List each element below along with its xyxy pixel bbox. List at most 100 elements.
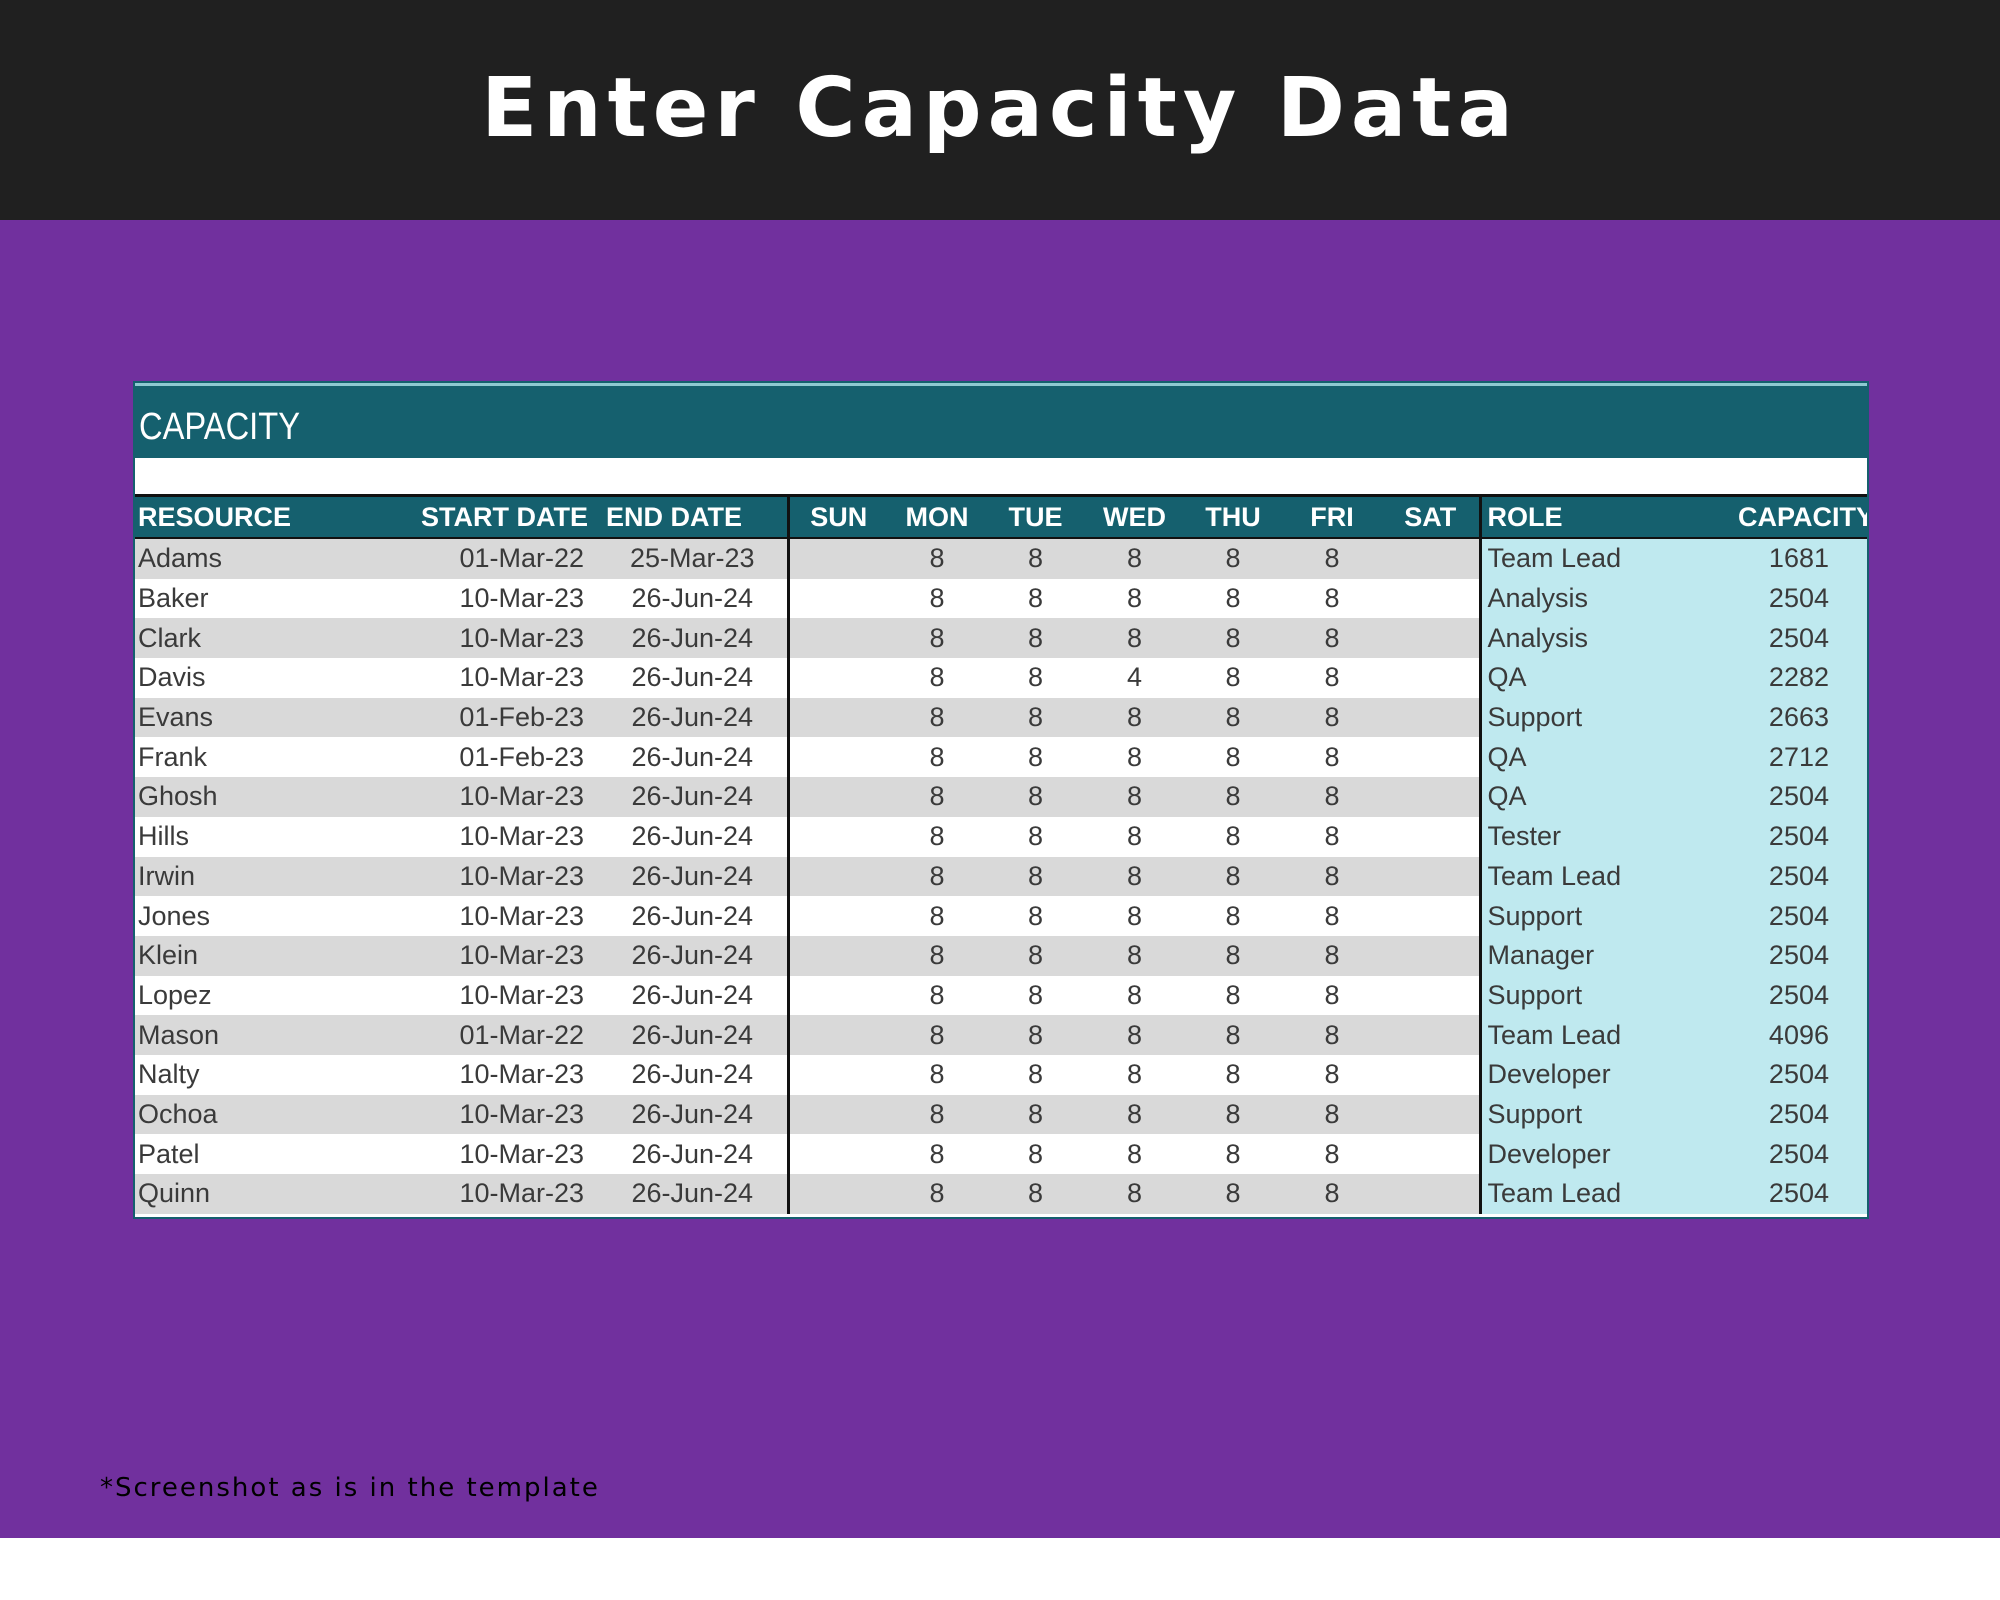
cell-start-date[interactable]: 10-Mar-23 (410, 816, 598, 857)
cell-resource[interactable]: Adams (135, 538, 410, 579)
cell-tue[interactable]: 8 (986, 538, 1085, 579)
cell-sun[interactable] (786, 618, 888, 659)
cell-wed[interactable]: 8 (1085, 697, 1184, 738)
cell-start-date[interactable]: 01-Mar-22 (410, 538, 598, 579)
cell-capacity[interactable]: 2504 (1735, 1134, 1867, 1174)
cell-sat[interactable] (1382, 975, 1482, 1016)
cell-capacity[interactable]: 2504 (1735, 856, 1867, 897)
cell-resource[interactable]: Patel (135, 1134, 410, 1174)
cell-capacity[interactable]: 1681 (1735, 538, 1867, 579)
cell-tue[interactable]: 8 (986, 1134, 1085, 1174)
cell-thu[interactable]: 8 (1184, 856, 1282, 897)
cell-mon[interactable]: 8 (888, 737, 986, 778)
cell-sat[interactable] (1382, 538, 1482, 579)
cell-sun[interactable] (786, 1094, 888, 1135)
cell-thu[interactable]: 8 (1184, 538, 1282, 579)
cell-resource[interactable]: Irwin (135, 856, 410, 897)
cell-mon[interactable]: 8 (888, 1094, 986, 1135)
cell-resource[interactable]: Ochoa (135, 1094, 410, 1135)
cell-sun[interactable] (786, 1174, 888, 1214)
cell-resource[interactable]: Baker (135, 578, 410, 619)
cell-sun[interactable] (786, 856, 888, 897)
cell-end-date[interactable]: 26-Jun-24 (598, 697, 788, 738)
cell-thu[interactable]: 8 (1184, 697, 1282, 738)
cell-tue[interactable]: 8 (986, 856, 1085, 897)
cell-sat[interactable] (1382, 578, 1482, 619)
cell-start-date[interactable]: 10-Mar-23 (410, 1134, 598, 1174)
cell-tue[interactable]: 8 (986, 935, 1085, 976)
cell-resource[interactable]: Ghosh (135, 777, 410, 817)
cell-start-date[interactable]: 10-Mar-23 (410, 975, 598, 1016)
cell-wed[interactable]: 8 (1085, 737, 1184, 778)
cell-mon[interactable]: 8 (888, 1054, 986, 1095)
cell-sun[interactable] (786, 816, 888, 857)
cell-resource[interactable]: Jones (135, 896, 410, 936)
cell-fri[interactable]: 8 (1282, 697, 1382, 738)
cell-tue[interactable]: 8 (986, 737, 1085, 778)
cell-role[interactable]: Team Lead (1480, 1015, 1735, 1055)
cell-tue[interactable]: 8 (986, 658, 1085, 698)
cell-tue[interactable]: 8 (986, 975, 1085, 1016)
cell-capacity[interactable]: 2504 (1735, 1174, 1867, 1214)
cell-wed[interactable]: 4 (1085, 658, 1184, 698)
cell-tue[interactable]: 8 (986, 816, 1085, 857)
cell-thu[interactable]: 8 (1184, 935, 1282, 976)
cell-end-date[interactable]: 26-Jun-24 (598, 1054, 788, 1095)
cell-sun[interactable] (786, 578, 888, 619)
cell-capacity[interactable]: 2712 (1735, 737, 1867, 778)
cell-sat[interactable] (1382, 1134, 1482, 1174)
cell-end-date[interactable]: 26-Jun-24 (598, 1015, 788, 1055)
cell-wed[interactable]: 8 (1085, 1174, 1184, 1214)
cell-tue[interactable]: 8 (986, 618, 1085, 659)
cell-thu[interactable]: 8 (1184, 1015, 1282, 1055)
cell-thu[interactable]: 8 (1184, 975, 1282, 1016)
cell-fri[interactable]: 8 (1282, 896, 1382, 936)
cell-role[interactable]: Support (1480, 1094, 1735, 1135)
cell-mon[interactable]: 8 (888, 618, 986, 659)
cell-fri[interactable]: 8 (1282, 538, 1382, 579)
cell-fri[interactable]: 8 (1282, 1134, 1382, 1174)
cell-start-date[interactable]: 01-Feb-23 (410, 697, 598, 738)
cell-role[interactable]: Support (1480, 896, 1735, 936)
cell-capacity[interactable]: 4096 (1735, 1015, 1867, 1055)
cell-mon[interactable]: 8 (888, 856, 986, 897)
cell-wed[interactable]: 8 (1085, 1094, 1184, 1135)
cell-mon[interactable]: 8 (888, 578, 986, 619)
cell-role[interactable]: Tester (1480, 816, 1735, 857)
cell-sun[interactable] (786, 697, 888, 738)
cell-role[interactable]: QA (1480, 777, 1735, 817)
cell-resource[interactable]: Frank (135, 737, 410, 778)
cell-thu[interactable]: 8 (1184, 816, 1282, 857)
cell-sat[interactable] (1382, 658, 1482, 698)
cell-role[interactable]: Support (1480, 697, 1735, 738)
cell-end-date[interactable]: 26-Jun-24 (598, 618, 788, 659)
cell-thu[interactable]: 8 (1184, 1174, 1282, 1214)
cell-start-date[interactable]: 10-Mar-23 (410, 658, 598, 698)
cell-wed[interactable]: 8 (1085, 618, 1184, 659)
cell-sun[interactable] (786, 1015, 888, 1055)
cell-capacity[interactable]: 2504 (1735, 1094, 1867, 1135)
cell-fri[interactable]: 8 (1282, 816, 1382, 857)
cell-start-date[interactable]: 10-Mar-23 (410, 1054, 598, 1095)
cell-sat[interactable] (1382, 777, 1482, 817)
cell-wed[interactable]: 8 (1085, 816, 1184, 857)
cell-resource[interactable]: Lopez (135, 975, 410, 1016)
cell-thu[interactable]: 8 (1184, 1134, 1282, 1174)
cell-fri[interactable]: 8 (1282, 658, 1382, 698)
cell-end-date[interactable]: 26-Jun-24 (598, 1134, 788, 1174)
cell-wed[interactable]: 8 (1085, 896, 1184, 936)
cell-role[interactable]: Team Lead (1480, 1174, 1735, 1214)
cell-end-date[interactable]: 26-Jun-24 (598, 777, 788, 817)
cell-sun[interactable] (786, 935, 888, 976)
cell-role[interactable]: Support (1480, 975, 1735, 1016)
cell-sat[interactable] (1382, 1054, 1482, 1095)
cell-capacity[interactable]: 2504 (1735, 975, 1867, 1016)
cell-sat[interactable] (1382, 816, 1482, 857)
cell-end-date[interactable]: 26-Jun-24 (598, 816, 788, 857)
cell-fri[interactable]: 8 (1282, 975, 1382, 1016)
cell-wed[interactable]: 8 (1085, 578, 1184, 619)
cell-sat[interactable] (1382, 618, 1482, 659)
cell-sun[interactable] (786, 975, 888, 1016)
cell-mon[interactable]: 8 (888, 1015, 986, 1055)
cell-tue[interactable]: 8 (986, 896, 1085, 936)
